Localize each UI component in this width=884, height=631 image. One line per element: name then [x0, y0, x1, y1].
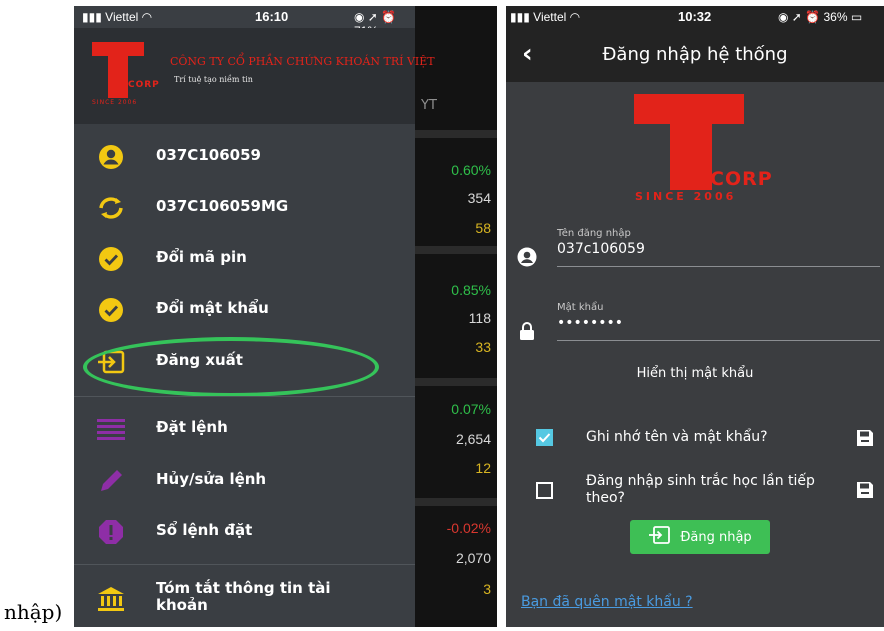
menu-item-label: Hủy/sửa lệnh	[156, 470, 267, 488]
login-icon	[648, 526, 671, 548]
background-value: 0.07%	[451, 401, 491, 417]
field-underline	[557, 340, 880, 341]
background-column-header: YT	[421, 98, 437, 113]
drawer-header: CORP SINCE 2006 CÔNG TY CỔ PHẦN CHỨNG KH…	[74, 28, 435, 124]
background-value: 2,070	[455, 550, 491, 566]
show-password-toggle[interactable]: Hiển thị mật khẩu	[506, 366, 884, 381]
lock-icon	[516, 320, 538, 342]
menu-separator	[74, 396, 415, 397]
status-bar: ▮▮▮ Viettel ◠ 10:32 ◉ ➚ ⏰ 36% ▭	[506, 6, 884, 28]
menu-item-change-pin[interactable]: Đổi mã pin	[74, 234, 415, 284]
left-phone-screen: YT 0.60% 354 58 0.85% 118 33 0.07% 2,654…	[74, 6, 497, 627]
background-value: 12	[475, 460, 491, 476]
wifi-icon: ◠	[141, 10, 153, 24]
menu-item-label: Sổ lệnh đặt	[156, 521, 253, 539]
logo-since-text: SINCE 2006	[635, 190, 737, 203]
status-time: 10:32	[678, 9, 712, 24]
login-button-label: Đăng nhập	[680, 529, 752, 545]
check-icon	[96, 246, 126, 272]
caption-text: nhập)	[4, 600, 63, 624]
biometric-label: Đăng nhập sinh trắc học lần tiếp theo?	[586, 473, 815, 506]
menu-item-order-book[interactable]: Sổ lệnh đặt	[74, 507, 415, 557]
field-underline	[557, 266, 880, 267]
highlight-oval	[83, 337, 379, 397]
background-value: 354	[467, 190, 491, 206]
background-value: 0.85%	[451, 282, 491, 298]
battery-icon: ▭	[850, 10, 863, 24]
menu-item-label: Đặt lệnh	[156, 418, 228, 436]
menu-item-place-order[interactable]: Đặt lệnh	[74, 404, 415, 454]
password-field[interactable]: Mật khẩu	[506, 302, 884, 352]
menu-item-label: 037C106059	[156, 146, 261, 164]
checkmark-icon	[538, 433, 551, 443]
side-drawer: ▮▮▮ Viettel ◠ 16:10 ◉ ➚ ⏰ 71% ▭ CORP SIN…	[74, 6, 435, 627]
bank-icon	[96, 586, 126, 612]
menu-item-cancel-modify-order[interactable]: Hủy/sửa lệnh	[74, 456, 415, 506]
menu-item-label: Đổi mã pin	[156, 248, 247, 266]
menu-separator	[74, 564, 415, 565]
background-divider	[415, 246, 497, 254]
menu-item-label: 037C106059MG	[156, 197, 289, 215]
background-value: 3	[483, 581, 491, 597]
save-icon[interactable]	[856, 481, 874, 499]
logo-corp-text: CORP	[710, 168, 773, 190]
menu-item-change-password[interactable]: Đổi mật khẩu	[74, 285, 415, 335]
logo-corp-text: CORP	[128, 80, 160, 90]
page-title: Đăng nhập hệ thống	[602, 44, 788, 65]
username-label: Tên đăng nhập	[557, 228, 631, 239]
battery-percent: 36%	[823, 10, 848, 24]
menu-item-label: Đổi mật khẩu	[156, 299, 269, 317]
background-value: 58	[475, 220, 491, 236]
carrier-label: Viettel	[533, 10, 567, 24]
remember-checkbox[interactable]	[536, 429, 553, 446]
navigation-bar: ‹ Đăng nhập hệ thống	[506, 28, 884, 82]
background-divider	[415, 130, 497, 138]
alert-icon	[96, 519, 126, 545]
background-value: 118	[468, 310, 491, 326]
logo-stem	[670, 120, 712, 190]
sync-icon	[96, 195, 126, 221]
menu-item-account-summary[interactable]: Tóm tắt thông tin tài khoản	[74, 572, 415, 627]
username-input[interactable]	[557, 241, 857, 257]
user-icon	[516, 246, 538, 268]
wifi-icon: ◠	[569, 10, 581, 24]
company-logo: CORP SINCE 2006	[632, 94, 772, 204]
biometric-checkbox[interactable]	[536, 482, 553, 499]
list-icon	[96, 416, 126, 442]
pencil-icon	[96, 468, 126, 494]
background-value: 0.60%	[451, 162, 491, 178]
company-logo: CORP SINCE 2006	[92, 42, 159, 106]
background-value: -0.02%	[446, 520, 491, 536]
password-input[interactable]	[557, 315, 857, 331]
save-icon[interactable]	[856, 429, 874, 447]
company-slogan: Trí tuệ tạo niềm tin	[174, 75, 253, 84]
carrier-label: Viettel	[105, 10, 139, 24]
logo-since-text: SINCE 2006	[92, 99, 138, 106]
right-phone-screen: ▮▮▮ Viettel ◠ 10:32 ◉ ➚ ⏰ 36% ▭ ‹ Đăng n…	[506, 6, 884, 627]
status-bar: ▮▮▮ Viettel ◠ 16:10 ◉ ➚ ⏰ 71% ▭	[74, 6, 415, 38]
status-right: ◉ ➚ ⏰ 36% ▭	[778, 10, 863, 24]
menu-item-label: Tóm tắt thông tin tài khoản	[156, 579, 331, 614]
menu-item-account[interactable]: 037C106059	[74, 132, 415, 182]
background-divider	[415, 378, 497, 386]
background-value: 33	[475, 339, 491, 355]
forgot-password-link[interactable]: Bạn đã quên mật khẩu ?	[521, 594, 693, 610]
user-icon	[96, 144, 126, 170]
background-value: 2,654	[455, 431, 491, 447]
username-field[interactable]: Tên đăng nhập	[506, 228, 884, 278]
signal-icon: ▮▮▮ Viettel ◠	[82, 10, 153, 24]
status-time: 16:10	[255, 9, 289, 24]
check-icon	[96, 297, 126, 323]
company-name: CÔNG TY CỔ PHẦN CHỨNG KHOÁN TRÍ VIỆT	[170, 55, 435, 68]
background-divider	[415, 498, 497, 506]
password-label: Mật khẩu	[557, 302, 604, 313]
remember-label: Ghi nhớ tên và mật khẩu?	[586, 429, 768, 445]
login-button[interactable]: Đăng nhập	[630, 520, 770, 554]
menu-item-margin-account[interactable]: 037C106059MG	[74, 183, 415, 233]
signal-icon: ▮▮▮ Viettel ◠	[510, 10, 581, 24]
logo-stem	[108, 54, 128, 98]
